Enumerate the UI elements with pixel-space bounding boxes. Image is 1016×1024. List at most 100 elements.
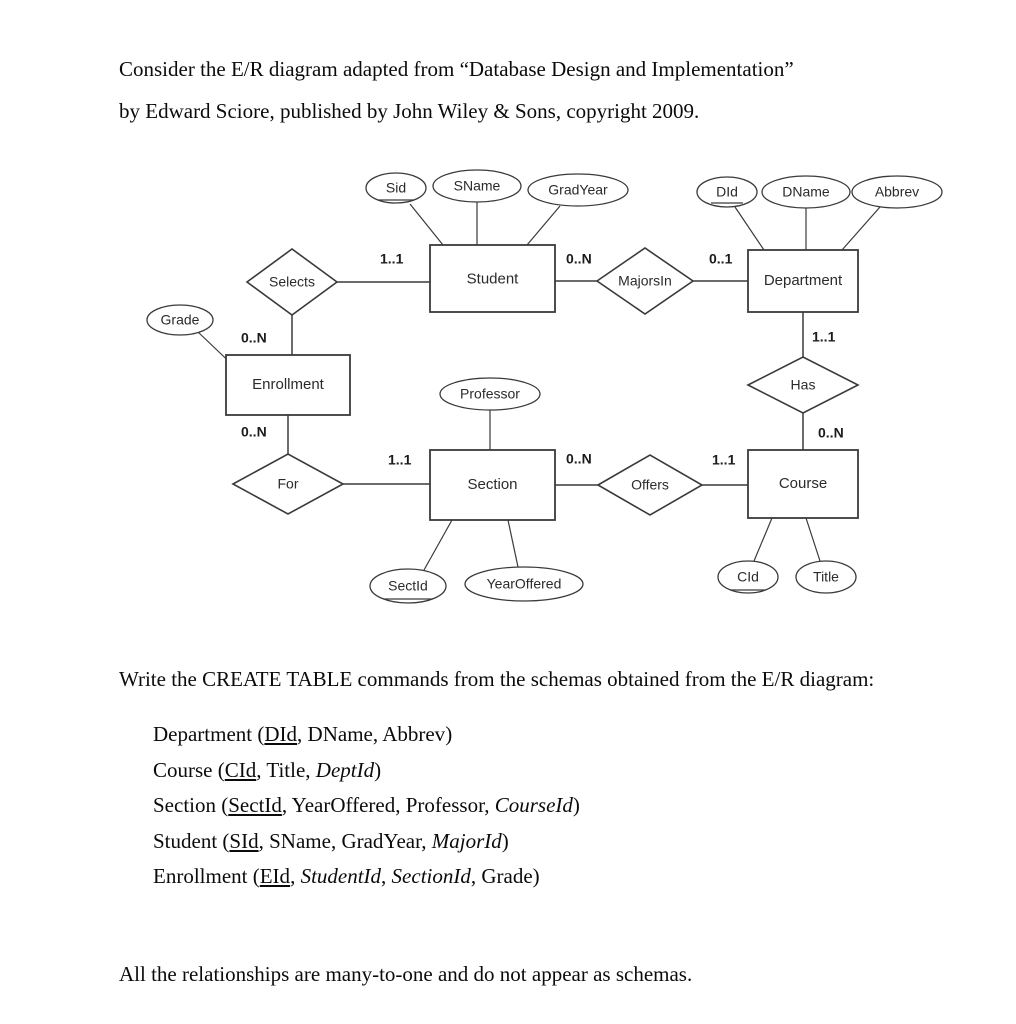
attribute-did[interactable]: DId [696, 176, 758, 208]
attribute-cid-label: CId [737, 569, 759, 585]
cardinality-section-offers: 0..N [566, 451, 592, 467]
attribute-gradyear-label: GradYear [548, 182, 608, 198]
attribute-sectid-label: SectId [388, 578, 428, 594]
attribute-grade[interactable]: Grade [146, 304, 214, 336]
schema-attribute: GradYear [341, 828, 422, 853]
line-title-course [805, 517, 821, 562]
schema-attribute: DeptId [315, 757, 375, 782]
schema-attribute: Professor [405, 793, 485, 817]
cardinality-selects-student: 1..1 [380, 251, 404, 267]
schema-attribute: DName [307, 722, 373, 746]
schema-close-paren: ) [445, 722, 453, 746]
schema-separator: , [395, 793, 406, 817]
schema-row: Student (SId, SName, GradYear, MajorId) [153, 824, 580, 860]
cardinality-selects-enrollment: 0..N [241, 330, 267, 346]
schema-attribute: SectionId [391, 864, 471, 888]
relationship-has[interactable]: Has [746, 356, 860, 414]
attribute-cid[interactable]: CId [717, 560, 779, 594]
attribute-yearoffered-label: YearOffered [487, 576, 562, 592]
entity-student[interactable]: Student [429, 244, 556, 313]
relationship-for-label: For [278, 476, 299, 492]
schema-open-paren: ( [247, 864, 260, 888]
schema-relation-name: Section [153, 793, 216, 817]
attribute-yearoffered[interactable]: YearOffered [464, 566, 584, 602]
schema-attribute: EId [259, 864, 291, 888]
schema-separator: , [484, 793, 495, 817]
attribute-did-label: DId [716, 184, 738, 200]
attribute-sectid[interactable]: SectId [369, 568, 447, 604]
schema-attribute: Grade [481, 864, 533, 888]
line-did-department [734, 206, 765, 251]
line-gradyear-student [526, 205, 561, 246]
entity-student-label: Student [467, 270, 520, 287]
line-sid-student [409, 203, 444, 246]
entity-enrollment[interactable]: Enrollment [225, 354, 351, 416]
relationship-selects[interactable]: Selects [245, 248, 339, 316]
attribute-professor-label: Professor [460, 386, 520, 402]
attribute-dname-label: DName [782, 184, 830, 200]
schema-relation-name: Student [153, 828, 218, 853]
intro-paragraph: Consider the E/R diagram adapted from “D… [119, 48, 794, 132]
entity-course-label: Course [779, 475, 827, 492]
schema-attribute: SectId [228, 793, 282, 817]
schema-attribute: DId [264, 722, 298, 746]
schema-separator: , [421, 828, 432, 853]
schema-open-paren: ( [212, 757, 225, 782]
relationship-offers[interactable]: Offers [596, 454, 704, 516]
attribute-sname[interactable]: SName [432, 169, 522, 203]
entity-course[interactable]: Course [747, 449, 859, 519]
intro-line-1: Consider the E/R diagram adapted from “D… [119, 57, 794, 81]
schema-separator: , [305, 757, 316, 782]
schema-attribute: CourseId [494, 793, 573, 817]
schema-separator: , [372, 722, 383, 746]
schema-close-paren: ) [572, 793, 580, 817]
footnote-line: All the relationships are many-to-one an… [119, 962, 693, 986]
schema-attribute: YearOffered [291, 793, 396, 817]
schema-separator: , [297, 722, 308, 746]
schema-row: Course (CId, Title, DeptId) [153, 753, 580, 789]
cardinality-department-has: 1..1 [812, 329, 836, 345]
relationship-majorsin-label: MajorsIn [618, 273, 672, 289]
schema-attribute: Abbrev [382, 722, 446, 746]
attribute-grade-label: Grade [161, 312, 200, 328]
cardinality-offers-course: 1..1 [712, 452, 736, 468]
relationship-offers-label: Offers [631, 477, 669, 493]
relationship-selects-label: Selects [269, 274, 315, 290]
line-sectid-section [423, 519, 453, 571]
schema-row: Section (SectId, YearOffered, Professor,… [153, 788, 580, 824]
schema-attribute: SId [229, 828, 259, 853]
relationship-has-label: Has [791, 377, 816, 393]
attribute-sid[interactable]: Sid [365, 172, 427, 204]
line-abbrev-department [841, 206, 881, 251]
attribute-sname-label: SName [454, 178, 501, 194]
schema-attribute: MajorId [431, 828, 502, 853]
attribute-professor[interactable]: Professor [439, 377, 541, 411]
prompt-line: Write the CREATE TABLE commands from the… [119, 667, 875, 691]
attribute-abbrev[interactable]: Abbrev [851, 175, 943, 209]
cardinality-student-majorsin: 0..N [566, 251, 592, 267]
schema-close-paren: ) [501, 828, 509, 853]
attribute-title[interactable]: Title [795, 560, 857, 594]
attribute-gradyear[interactable]: GradYear [527, 173, 629, 207]
schema-separator: , [290, 864, 301, 888]
cardinality-has-course: 0..N [818, 425, 844, 441]
entity-department-label: Department [764, 272, 843, 289]
intro-line-2: by Edward Sciore, published by John Wile… [119, 99, 700, 123]
schema-separator: , [281, 793, 292, 817]
relationship-majorsin[interactable]: MajorsIn [595, 247, 695, 315]
attribute-title-label: Title [813, 569, 839, 585]
entity-section[interactable]: Section [429, 449, 556, 521]
entity-enrollment-label: Enrollment [252, 376, 325, 393]
attribute-dname[interactable]: DName [761, 175, 851, 209]
schema-open-paren: ( [217, 828, 230, 853]
line-yearoffered-section [507, 519, 519, 568]
relationship-for[interactable]: For [231, 453, 345, 515]
schema-relation-name: Enrollment [153, 864, 248, 888]
schema-relation-name: Course [153, 757, 213, 782]
schema-attribute: SName [269, 828, 331, 853]
schema-separator: , [330, 828, 342, 853]
er-diagram: Student Department Enrollment Section Co… [0, 150, 1016, 620]
schema-separator: , [381, 864, 392, 888]
schema-open-paren: ( [216, 793, 229, 817]
entity-department[interactable]: Department [747, 249, 859, 313]
